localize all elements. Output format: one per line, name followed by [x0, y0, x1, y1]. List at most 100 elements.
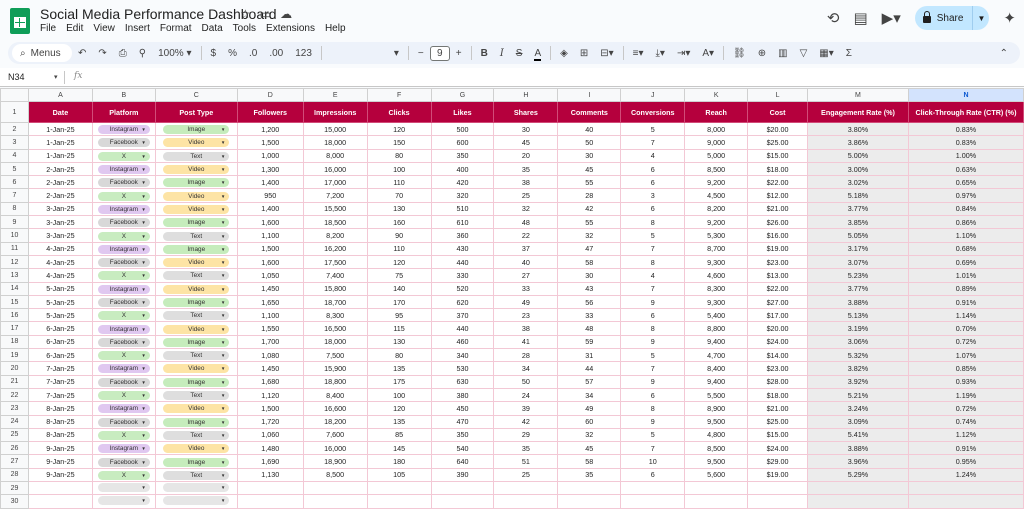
cell[interactable]: Image ▼: [154, 215, 238, 230]
cell[interactable]: 0.85%: [907, 361, 1024, 376]
platform-chip[interactable]: Facebook ▼: [97, 258, 150, 268]
cell[interactable]: 5,500: [684, 387, 749, 403]
column-header-m[interactable]: M: [807, 88, 909, 102]
gemini-spark-icon[interactable]: ✦: [1003, 9, 1016, 27]
cell[interactable]: $15.00: [747, 148, 809, 163]
cell[interactable]: 1,400: [236, 175, 304, 190]
cell[interactable]: 45: [493, 135, 559, 150]
post-type-chip[interactable]: Video ▼: [163, 138, 230, 148]
cell[interactable]: $25.00: [747, 414, 809, 429]
cell[interactable]: 6-Jan-25: [27, 334, 93, 350]
post-type-chip[interactable]: Text ▼: [163, 231, 230, 241]
cell[interactable]: 0.83%: [907, 121, 1024, 137]
cell[interactable]: 18,200: [302, 414, 368, 429]
redo-icon[interactable]: ↷: [92, 48, 112, 59]
platform-chip[interactable]: Facebook ▼: [97, 298, 150, 307]
cell[interactable]: 5.00%: [807, 148, 909, 163]
cell[interactable]: $14.00: [747, 348, 809, 363]
post-type-chip[interactable]: Video ▼: [163, 165, 230, 175]
row-header[interactable]: 25: [0, 427, 29, 443]
cell[interactable]: 1,300: [236, 161, 304, 177]
cell[interactable]: 42: [493, 414, 559, 429]
cell[interactable]: Facebook ▼: [91, 414, 156, 429]
cell[interactable]: 9,000: [684, 135, 749, 150]
collapse-toolbar-icon[interactable]: ⌃: [994, 48, 1014, 59]
cell[interactable]: 5: [620, 121, 686, 137]
cell[interactable]: 1,680: [236, 374, 304, 389]
cell[interactable]: 1,120: [236, 387, 304, 403]
cell[interactable]: 18,900: [302, 454, 368, 469]
row-header[interactable]: 22: [0, 387, 29, 403]
cell[interactable]: 0.97%: [907, 188, 1024, 203]
cell[interactable]: 51: [493, 454, 559, 469]
empty-dropdown-chip[interactable]: ▼: [97, 482, 150, 492]
cell[interactable]: 120: [366, 121, 432, 137]
cell[interactable]: 18,000: [302, 334, 368, 350]
cell[interactable]: 56: [557, 294, 622, 310]
filter-views-icon[interactable]: ▦▾: [813, 48, 839, 59]
cell[interactable]: Video ▼: [154, 361, 238, 376]
platform-chip[interactable]: Instagram ▼: [97, 125, 150, 135]
cell[interactable]: 340: [430, 348, 495, 363]
cell[interactable]: [557, 494, 622, 509]
cell[interactable]: 9-Jan-25: [27, 441, 93, 456]
row-header[interactable]: 19: [0, 348, 29, 363]
cell[interactable]: Instagram ▼: [91, 201, 156, 217]
row-header[interactable]: 18: [0, 334, 29, 350]
cell[interactable]: 1,480: [236, 441, 304, 456]
cell[interactable]: 3.86%: [807, 135, 909, 150]
cell[interactable]: 5.32%: [807, 348, 909, 363]
cell[interactable]: 9,500: [684, 454, 749, 469]
cell[interactable]: 3-Jan-25: [27, 201, 93, 217]
cell[interactable]: 9,200: [684, 175, 749, 190]
cell[interactable]: $21.00: [747, 201, 809, 217]
cell[interactable]: 1,450: [236, 361, 304, 376]
cell[interactable]: 3.77%: [807, 281, 909, 296]
cell[interactable]: [807, 494, 909, 509]
cell[interactable]: 5: [620, 228, 686, 243]
cell[interactable]: Text ▼: [154, 467, 238, 483]
cell[interactable]: Video ▼: [154, 321, 238, 336]
cell[interactable]: 16,600: [302, 401, 368, 416]
cell[interactable]: 9,400: [684, 334, 749, 350]
header-cell[interactable]: Likes: [430, 101, 495, 123]
cell[interactable]: 7,400: [302, 268, 368, 283]
cell[interactable]: $16.00: [747, 228, 809, 243]
cell[interactable]: Image ▼: [154, 374, 238, 389]
platform-chip[interactable]: X ▼: [97, 311, 150, 321]
cell[interactable]: 70: [366, 188, 432, 203]
cell[interactable]: 1,100: [236, 308, 304, 323]
menu-item-edit[interactable]: Edit: [66, 23, 83, 34]
cell[interactable]: 59: [557, 334, 622, 350]
star-icon[interactable]: ☆: [240, 7, 251, 21]
cell[interactable]: 5-Jan-25: [27, 294, 93, 310]
cell[interactable]: 610: [430, 215, 495, 230]
cell[interactable]: 15,800: [302, 281, 368, 296]
cell[interactable]: Facebook ▼: [91, 334, 156, 350]
cell[interactable]: 3.07%: [807, 254, 909, 270]
cell[interactable]: Image ▼: [154, 454, 238, 469]
zoom-select[interactable]: 100% ▾: [152, 48, 197, 59]
cell[interactable]: 49: [557, 401, 622, 416]
row-header[interactable]: 10: [0, 228, 29, 243]
cell[interactable]: 16,000: [302, 441, 368, 456]
cell[interactable]: 1.00%: [907, 148, 1024, 163]
cell[interactable]: 5.05%: [807, 228, 909, 243]
cell[interactable]: 40: [493, 254, 559, 270]
cell[interactable]: 4-Jan-25: [27, 241, 93, 256]
header-cell[interactable]: Impressions: [302, 101, 368, 123]
cell[interactable]: 38: [493, 175, 559, 190]
cell[interactable]: 80: [366, 148, 432, 163]
font-size-input[interactable]: 9: [429, 45, 450, 61]
cell[interactable]: 105: [366, 467, 432, 483]
cell[interactable]: $23.00: [747, 361, 809, 376]
header-cell[interactable]: Date: [27, 101, 93, 123]
cell[interactable]: 110: [366, 241, 432, 256]
column-header-a[interactable]: A: [27, 88, 93, 102]
insert-link-icon[interactable]: ⛓: [727, 48, 752, 59]
cell[interactable]: 0.95%: [907, 454, 1024, 469]
cell[interactable]: 16,200: [302, 241, 368, 256]
cell[interactable]: 15,900: [302, 361, 368, 376]
row-header[interactable]: 3: [0, 135, 29, 150]
cell[interactable]: Text ▼: [154, 268, 238, 283]
